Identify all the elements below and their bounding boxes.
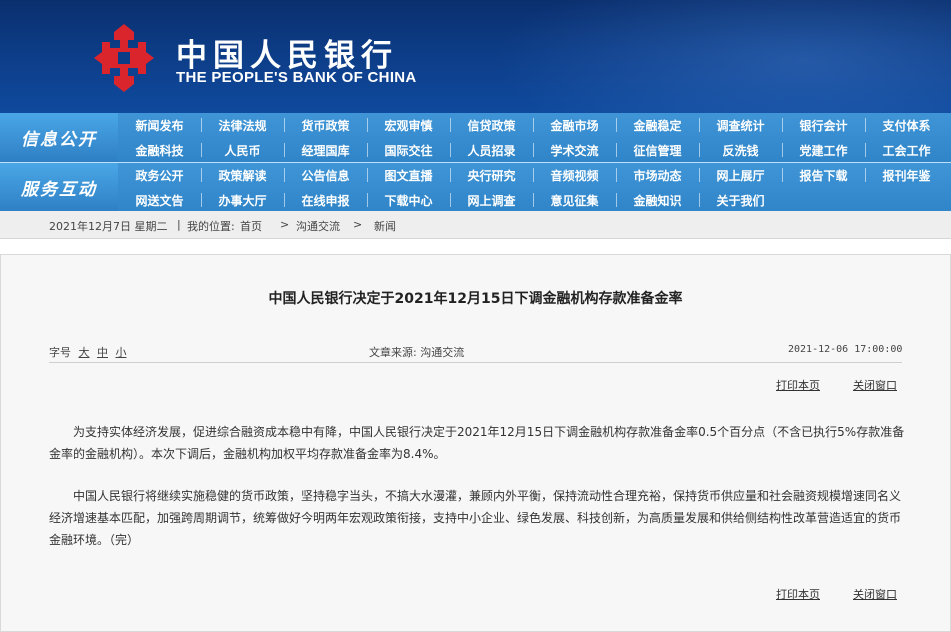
group2-item[interactable]: 网送文告	[118, 188, 201, 212]
close-window-link[interactable]: 关闭窗口	[853, 377, 897, 393]
group1-item[interactable]: 人民币	[201, 138, 284, 162]
nav-group-label-service: 服务互动	[0, 163, 118, 212]
group1-item[interactable]: 法律法规	[201, 113, 284, 137]
article-source: 文章来源: 沟通交流	[369, 346, 465, 359]
group2-item[interactable]: 网上调查	[450, 188, 533, 212]
group2-item[interactable]: 报告下载	[782, 163, 865, 187]
print-page-link-bottom[interactable]: 打印本页	[776, 586, 820, 602]
group2-item[interactable]: 图文直播	[367, 163, 450, 187]
logo-english-name: THE PEOPLE'S BANK OF CHINA	[176, 69, 417, 86]
group2-item[interactable]: 金融知识	[616, 188, 699, 212]
group1-item[interactable]: 调查统计	[699, 113, 782, 137]
group2-item[interactable]: 公告信息	[284, 163, 367, 187]
breadcrumb: 2021年12月7日 星期二 | 我的位置: 首页 > 沟通交流 > 新闻	[0, 211, 951, 239]
group2-item[interactable]: 意见征集	[533, 188, 616, 212]
breadcrumb-page-link[interactable]: 新闻	[374, 218, 396, 234]
group2-item[interactable]: 办事大厅	[201, 188, 284, 212]
group1-item[interactable]: 征信管理	[616, 138, 699, 162]
print-page-link[interactable]: 打印本页	[776, 377, 820, 393]
site-header: 中国人民银行 THE PEOPLE'S BANK OF CHINA	[0, 0, 951, 113]
article-title: 中国人民银行决定于2021年12月15日下调金融机构存款准备金率	[268, 291, 683, 307]
article-paragraph-1: 为支持实体经济发展，促进综合融资成本稳中有降，中国人民银行决定于2021年12月…	[49, 425, 905, 461]
group2-item[interactable]: 政策解读	[201, 163, 284, 187]
nav-group-info: 信息公开 新闻发布 法律法规 货币政策 宏观审慎 信贷政策 金融市场 金融稳定 调查统计 银行会…	[0, 113, 951, 162]
breadcrumb-section-link[interactable]: 沟通交流	[296, 218, 340, 234]
group1-item[interactable]: 宏观审慎	[367, 113, 450, 137]
group2-item[interactable]: 报刊年鉴	[865, 163, 948, 187]
group1-item[interactable]: 党建工作	[782, 138, 865, 162]
group2-item[interactable]: 关于我们	[699, 188, 782, 212]
nav-group-label-info: 信息公开	[0, 113, 118, 162]
group1-item[interactable]: 人员招录	[450, 138, 533, 162]
group2-item[interactable]: 网上展厅	[699, 163, 782, 187]
breadcrumb-separator: |	[177, 218, 181, 231]
group1-item[interactable]: 新闻发布	[118, 113, 201, 137]
group2-item[interactable]: 央行研究	[450, 163, 533, 187]
font-small-link[interactable]: 小	[116, 346, 127, 359]
group1-item[interactable]: 工会工作	[865, 138, 948, 162]
main-navigation: 信息公开 新闻发布 法律法规 货币政策 宏观审慎 信贷政策 金融市场 金融稳定 调查统计 银行会…	[0, 113, 951, 212]
font-large-link[interactable]: 大	[79, 346, 90, 359]
group2-item[interactable]: 市场动态	[616, 163, 699, 187]
pboc-logo-icon[interactable]	[88, 22, 160, 94]
nav-group-service: 服务互动 政务公开 政策解读 公告信息 图文直播 央行研究 音频视频 市场动态 网上展厅 报告下…	[0, 162, 951, 212]
group2-item[interactable]: 在线申报	[284, 188, 367, 212]
group1-item[interactable]: 银行会计	[782, 113, 865, 137]
group1-item[interactable]: 支付体系	[865, 113, 948, 137]
font-medium-link[interactable]: 中	[97, 346, 108, 359]
group2-item[interactable]: 音频视频	[533, 163, 616, 187]
font-size-controls: 字号 大 中 小	[49, 344, 127, 360]
article-paragraph-2: 中国人民银行将继续实施稳健的货币政策，坚持稳字当头，不搞大水漫灌，兼顾内外平衡，…	[49, 489, 902, 547]
breadcrumb-arrow-icon: >	[353, 218, 363, 231]
group1-item[interactable]: 金融科技	[118, 138, 201, 162]
meta-divider	[49, 362, 902, 363]
group2-item[interactable]: 下载中心	[367, 188, 450, 212]
breadcrumb-location-label: 我的位置:	[187, 220, 235, 233]
nav-grid-info: 新闻发布 法律法规 货币政策 宏观审慎 信贷政策 金融市场 金融稳定 调查统计 银行会计 支付体系…	[118, 113, 951, 162]
breadcrumb-home-link[interactable]: 首页	[240, 218, 262, 234]
header-glow	[491, 0, 951, 113]
article-datetime: 2021-12-06 17:00:00	[788, 344, 903, 355]
group1-item[interactable]: 信贷政策	[450, 113, 533, 137]
group2-item[interactable]: 政务公开	[118, 163, 201, 187]
group1-item[interactable]: 金融市场	[533, 113, 616, 137]
article-panel: 中国人民银行决定于2021年12月15日下调金融机构存款准备金率 字号 大 中 …	[0, 254, 951, 632]
group1-item[interactable]: 反洗钱	[699, 138, 782, 162]
group1-item[interactable]: 经理国库	[284, 138, 367, 162]
breadcrumb-arrow-icon: >	[280, 218, 290, 231]
group1-item[interactable]: 学术交流	[533, 138, 616, 162]
close-window-link-bottom[interactable]: 关闭窗口	[853, 586, 897, 602]
group1-item[interactable]: 货币政策	[284, 113, 367, 137]
nav-grid-service: 政务公开 政策解读 公告信息 图文直播 央行研究 音频视频 市场动态 网上展厅 报告下载 报刊年鉴…	[118, 163, 951, 212]
font-size-label: 字号	[49, 346, 71, 359]
group1-item[interactable]: 金融稳定	[616, 113, 699, 137]
current-date: 2021年12月7日 星期二	[49, 220, 168, 233]
group1-item[interactable]: 国际交往	[367, 138, 450, 162]
